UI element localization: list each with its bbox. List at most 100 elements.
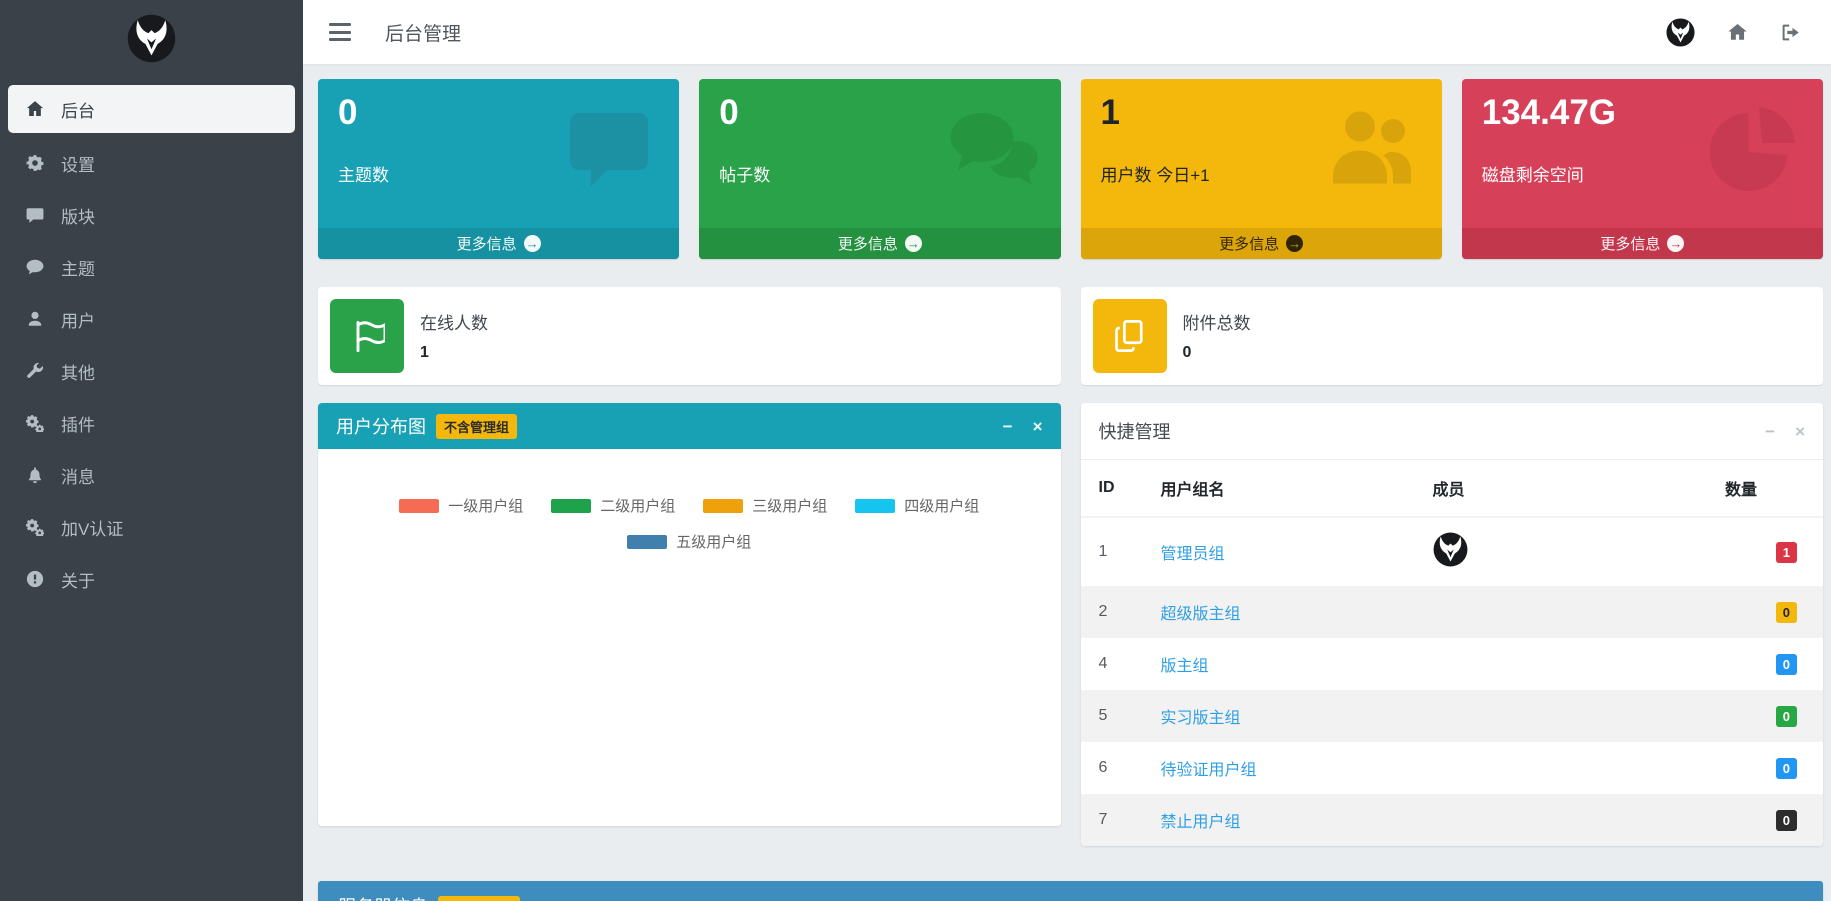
sidebar-item-label: 用户 xyxy=(61,307,95,332)
col-header-id: ID xyxy=(1081,460,1143,517)
home-icon xyxy=(26,100,48,118)
sidebar-item-label: 加V认证 xyxy=(61,515,123,540)
gear-icon xyxy=(26,154,48,172)
sign-out-icon xyxy=(1780,22,1801,43)
sidebar-item-settings[interactable]: 设置 xyxy=(8,137,295,189)
more-info-link[interactable]: 更多信息 → xyxy=(699,228,1060,259)
group-id: 2 xyxy=(1081,586,1143,638)
copy-icon xyxy=(1093,299,1167,373)
close-button[interactable]: × xyxy=(1033,418,1043,435)
legend-item: 四级用户组 xyxy=(855,495,979,516)
legend-swatch xyxy=(399,499,439,513)
minimize-button[interactable]: − xyxy=(1765,423,1775,440)
sidebar-item-users[interactable]: 用户 xyxy=(8,293,295,345)
more-info-link[interactable]: 更多信息 → xyxy=(1462,228,1823,259)
minimize-button[interactable]: − xyxy=(1003,418,1013,435)
app-logo[interactable] xyxy=(0,0,303,77)
phpinfo-badge[interactable]: [PHPINFO] xyxy=(438,896,520,901)
sidebar-item-label: 主题 xyxy=(61,255,95,280)
legend-swatch xyxy=(627,535,667,549)
more-info-link[interactable]: 更多信息 → xyxy=(1081,228,1442,259)
panel-title: 快捷管理 xyxy=(1099,418,1171,444)
home-button[interactable] xyxy=(1727,22,1748,43)
sidebar-toggle-button[interactable] xyxy=(327,22,353,42)
count-badge: 1 xyxy=(1776,542,1797,563)
sidebar-item-label: 消息 xyxy=(61,463,95,488)
stat-box-posts: 0 帖子数 更多信息 → xyxy=(699,79,1060,259)
stat-box-row: 0 主题数 更多信息 → 0 帖子数 xyxy=(318,79,1823,259)
arrow-circle-icon: → xyxy=(1286,235,1303,252)
home-icon xyxy=(1727,22,1748,43)
comment-round-icon xyxy=(26,258,48,276)
usergroup-link[interactable]: 禁止用户组 xyxy=(1161,814,1241,831)
quick-manage-panel: 快捷管理 − × ID 用户组名 成员 数量 xyxy=(1081,403,1824,846)
cogs-icon xyxy=(26,518,48,536)
user-avatar[interactable] xyxy=(1666,18,1695,47)
close-button[interactable]: × xyxy=(1793,898,1803,901)
sidebar-item-verification[interactable]: 加V认证 xyxy=(8,501,295,553)
legend-item: 五级用户组 xyxy=(627,531,751,552)
cogs-icon xyxy=(26,414,48,432)
stat-box-disk: 134.47G 磁盘剩余空间 更多信息 → xyxy=(1462,79,1823,259)
arrow-circle-icon: → xyxy=(1667,235,1684,252)
usergroup-table-body: 1 管理员组 1 xyxy=(1081,517,1824,846)
sidebar-item-label: 关于 xyxy=(61,567,95,592)
table-row: 7 禁止用户组 0 xyxy=(1081,794,1824,846)
usergroup-link[interactable]: 管理员组 xyxy=(1161,546,1225,563)
excludes-admin-badge: 不含管理组 xyxy=(436,414,517,439)
sidebar-item-plugins[interactable]: 插件 xyxy=(8,397,295,449)
wrench-icon xyxy=(26,362,48,380)
sidebar-menu: 后台 设置 版块 主题 用户 其他 插件 消息 xyxy=(0,77,303,605)
sidebar-item-other[interactable]: 其他 xyxy=(8,345,295,397)
exclamation-circle-icon xyxy=(26,570,48,588)
legend-item: 一级用户组 xyxy=(399,495,523,516)
table-row: 4 版主组 0 xyxy=(1081,638,1824,690)
col-header-groupname: 用户组名 xyxy=(1143,460,1415,517)
group-id: 7 xyxy=(1081,794,1143,846)
sidebar-item-messages[interactable]: 消息 xyxy=(8,449,295,501)
sidebar-item-label: 设置 xyxy=(61,151,95,176)
count-badge: 0 xyxy=(1776,706,1797,727)
logout-button[interactable] xyxy=(1780,22,1801,43)
usergroup-link[interactable]: 超级版主组 xyxy=(1161,606,1241,623)
usergroup-link[interactable]: 版主组 xyxy=(1161,658,1209,675)
count-badge: 0 xyxy=(1776,654,1797,675)
stat-box-users: 1 用户数 今日+1 更多信息 → xyxy=(1081,79,1442,259)
table-row: 5 实习版主组 0 xyxy=(1081,690,1824,742)
sidebar: 后台 设置 版块 主题 用户 其他 插件 消息 xyxy=(0,0,303,901)
sidebar-item-topics[interactable]: 主题 xyxy=(8,241,295,293)
close-button[interactable]: × xyxy=(1795,423,1805,440)
info-box-row: 在线人数 1 附件总数 0 xyxy=(318,287,1823,385)
group-id: 1 xyxy=(1081,517,1143,586)
table-row: 1 管理员组 1 xyxy=(1081,517,1824,586)
attachments-box: 附件总数 0 xyxy=(1081,287,1824,385)
page-title: 后台管理 xyxy=(385,19,461,46)
panel-title: 用户分布图 xyxy=(336,413,426,439)
sidebar-item-dashboard[interactable]: 后台 xyxy=(8,85,295,133)
more-info-link[interactable]: 更多信息 → xyxy=(318,228,679,259)
sidebar-item-about[interactable]: 关于 xyxy=(8,553,295,605)
content-area: 0 主题数 更多信息 → 0 帖子数 xyxy=(303,64,1831,901)
top-navbar: 后台管理 xyxy=(303,0,1831,64)
legend-item: 三级用户组 xyxy=(703,495,827,516)
usergroup-link[interactable]: 待验证用户组 xyxy=(1161,762,1257,779)
table-row: 6 待验证用户组 0 xyxy=(1081,742,1824,794)
sidebar-item-label: 后台 xyxy=(61,97,95,122)
legend-swatch xyxy=(551,499,591,513)
table-row: 2 超级版主组 0 xyxy=(1081,586,1824,638)
group-id: 6 xyxy=(1081,742,1143,794)
usergroup-link[interactable]: 实习版主组 xyxy=(1161,710,1241,727)
online-users-label: 在线人数 xyxy=(420,309,488,334)
flag-icon xyxy=(330,299,404,373)
sidebar-item-forums[interactable]: 版块 xyxy=(8,189,295,241)
quick-manage-header: 快捷管理 − × xyxy=(1081,403,1824,460)
minimize-button[interactable]: − xyxy=(1763,898,1773,901)
user-distribution-panel: 用户分布图 不含管理组 − × 一级用户组 xyxy=(318,403,1061,826)
attachments-label: 附件总数 xyxy=(1183,309,1251,334)
user-distribution-header: 用户分布图 不含管理组 − × xyxy=(318,403,1061,449)
comment-icon xyxy=(26,206,48,224)
legend-swatch xyxy=(703,499,743,513)
stat-box-topics: 0 主题数 更多信息 → xyxy=(318,79,679,259)
count-badge: 0 xyxy=(1776,602,1797,623)
group-id: 4 xyxy=(1081,638,1143,690)
